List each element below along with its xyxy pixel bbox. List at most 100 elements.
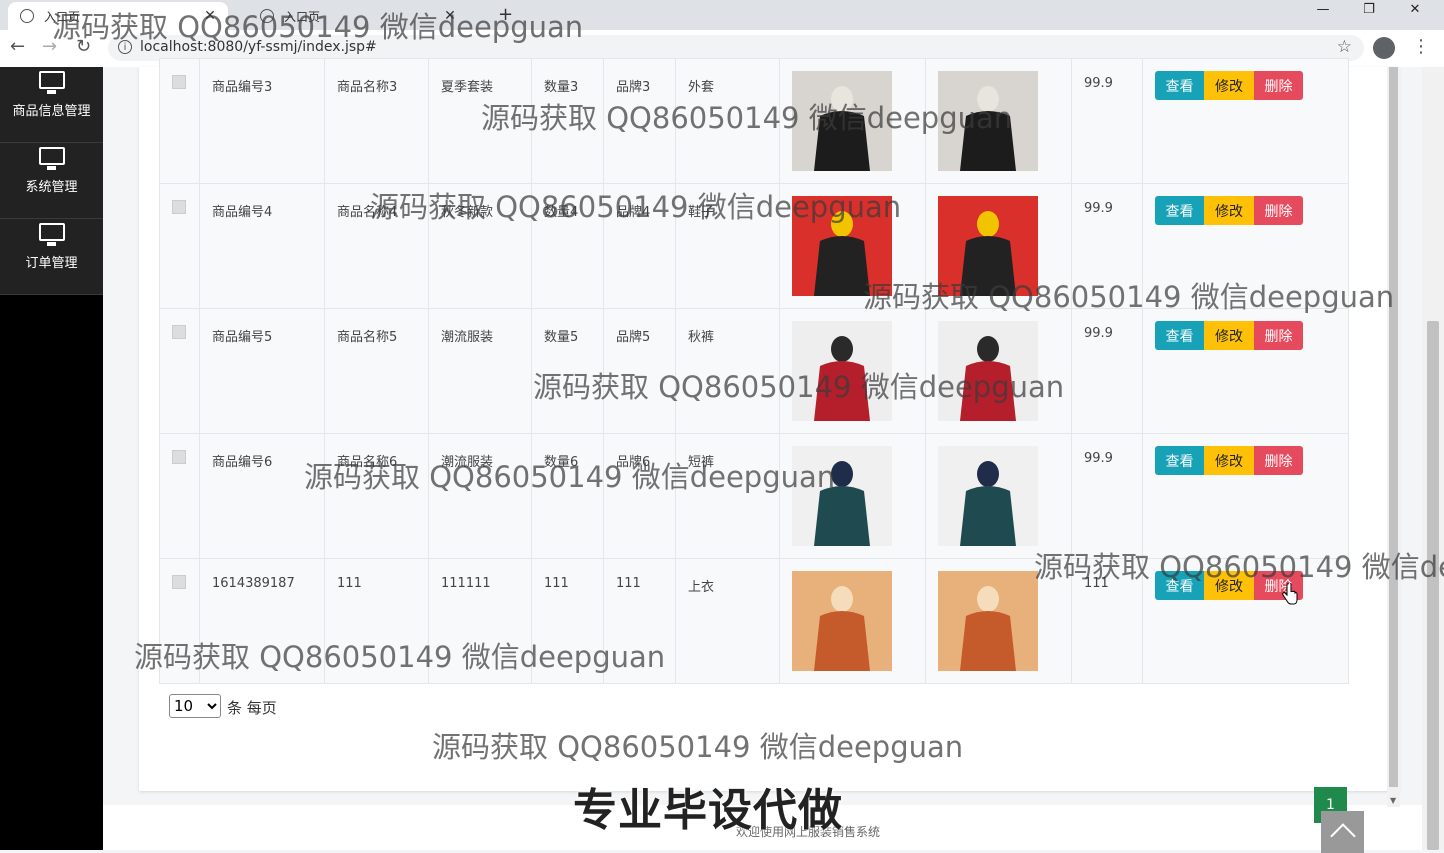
url-text: localhost:8080/yf-ssmj/index.jsp# <box>140 39 377 55</box>
cell-category: 秋冬新款 <box>441 205 494 220</box>
cell-code: 商品编号5 <box>212 330 273 345</box>
cell-type: 上衣 <box>688 580 715 595</box>
back-to-top-button[interactable] <box>1321 811 1364 853</box>
product-image <box>938 196 1038 296</box>
product-image <box>792 196 892 296</box>
scrollbar-thumb[interactable] <box>1427 321 1439 850</box>
cell-name: 商品名称4 <box>337 205 398 220</box>
close-window-button[interactable]: ✕ <box>1392 2 1438 24</box>
view-button[interactable]: 查看 <box>1155 321 1204 350</box>
product-image <box>792 571 892 671</box>
edit-button[interactable]: 修改 <box>1204 321 1254 350</box>
new-tab-icon[interactable]: + <box>498 4 513 25</box>
maximize-button[interactable]: ❐ <box>1346 2 1392 24</box>
cell-brand: 品牌6 <box>616 455 651 470</box>
table-card: 商品编号3 商品名称3 夏季套装 数量3 品牌3 外套 99.9 查看 修改 删除 商品编号4 商品名… <box>139 58 1399 791</box>
cell-code: 商品编号3 <box>212 80 273 95</box>
cell-type: 外套 <box>688 80 715 95</box>
product-image <box>792 321 892 421</box>
product-image <box>938 321 1038 421</box>
browser-tab-inactive[interactable]: 入口页 ✕ <box>248 2 468 30</box>
table-row: 商品编号4 商品名称4 秋冬新款 数量4 品牌4 鞋子 99.9 查看 修改 删除 <box>159 183 1349 309</box>
close-icon[interactable]: ✕ <box>202 8 218 24</box>
forward-arrow-icon[interactable]: → <box>42 36 57 57</box>
cell-type: 鞋子 <box>688 205 715 220</box>
table-row: 商品编号6 商品名称6 潮流服装 数量6 品牌6 短裤 99.9 查看 修改 删除 <box>159 433 1349 559</box>
page-size-select[interactable]: 10 <box>169 694 221 718</box>
delete-button[interactable]: 删除 <box>1254 446 1303 475</box>
tab-title: 入口页 <box>44 9 81 24</box>
product-image <box>938 571 1038 671</box>
cell-type: 秋裤 <box>688 330 715 345</box>
sidebar-item-system-management[interactable]: 系统管理 <box>0 143 103 219</box>
product-image <box>792 446 892 546</box>
cell-quantity: 数量6 <box>544 455 579 470</box>
back-arrow-icon[interactable]: ← <box>10 36 25 57</box>
cell-price: 99.9 <box>1084 451 1113 466</box>
globe-icon <box>260 9 274 23</box>
cell-brand: 品牌5 <box>616 330 651 345</box>
cell-category: 夏季套装 <box>441 80 494 95</box>
delete-button[interactable]: 删除 <box>1254 321 1303 350</box>
content-scrollbar[interactable]: ▼ <box>1387 67 1400 807</box>
monitor-icon <box>38 223 65 246</box>
product-image <box>938 446 1038 546</box>
globe-icon <box>20 9 34 23</box>
sidebar-item-label: 订单管理 <box>25 256 78 271</box>
reload-icon[interactable]: ↻ <box>76 36 91 57</box>
row-checkbox[interactable] <box>172 325 186 339</box>
table-row: 商品编号3 商品名称3 夏季套装 数量3 品牌3 外套 99.9 查看 修改 删除 <box>159 58 1349 184</box>
delete-button[interactable]: 删除 <box>1254 196 1303 225</box>
cell-category: 111111 <box>441 576 491 591</box>
sidebar-item-order-management[interactable]: 订单管理 <box>0 219 103 295</box>
row-checkbox[interactable] <box>172 200 186 214</box>
cell-brand: 111 <box>616 576 641 591</box>
scroll-down-arrow-icon[interactable]: ▼ <box>1390 796 1396 805</box>
monitor-icon <box>38 147 65 170</box>
edit-button[interactable]: 修改 <box>1204 196 1254 225</box>
star-icon[interactable]: ☆ <box>1337 37 1352 57</box>
cell-category: 潮流服装 <box>441 330 494 345</box>
close-icon[interactable]: ✕ <box>442 8 458 24</box>
monitor-icon <box>38 71 65 94</box>
view-button[interactable]: 查看 <box>1155 571 1204 600</box>
cell-name: 商品名称5 <box>337 330 398 345</box>
page-size-label: 条 每页 <box>227 699 277 717</box>
edit-button[interactable]: 修改 <box>1204 71 1254 100</box>
row-checkbox[interactable] <box>172 575 186 589</box>
sidebar-item-product-management[interactable]: 商品信息管理 <box>0 67 103 143</box>
scrollbar-thumb[interactable] <box>1389 67 1398 787</box>
cell-code: 商品编号4 <box>212 205 273 220</box>
view-button[interactable]: 查看 <box>1155 446 1204 475</box>
edit-button[interactable]: 修改 <box>1204 571 1254 600</box>
cell-category: 潮流服装 <box>441 455 494 470</box>
sidebar-item-label: 系统管理 <box>25 180 78 195</box>
product-table: 商品编号3 商品名称3 夏季套装 数量3 品牌3 外套 99.9 查看 修改 删除 商品编号4 商品名… <box>159 58 1349 684</box>
minimize-button[interactable]: — <box>1300 2 1346 24</box>
product-image <box>938 71 1038 171</box>
cell-code: 1614389187 <box>212 576 295 591</box>
tab-title: 入口页 <box>284 9 321 24</box>
cell-name: 商品名称6 <box>337 455 398 470</box>
main-content: 商品编号3 商品名称3 夏季套装 数量3 品牌3 外套 99.9 查看 修改 删除 商品编号4 商品名… <box>103 58 1422 853</box>
delete-button[interactable]: 删除 <box>1254 71 1303 100</box>
cell-name: 商品名称3 <box>337 80 398 95</box>
view-button[interactable]: 查看 <box>1155 196 1204 225</box>
info-icon[interactable]: i <box>118 40 132 54</box>
cell-type: 短裤 <box>688 455 715 470</box>
cell-name: 111 <box>337 576 362 591</box>
menu-kebab-icon[interactable]: ⋮ <box>1412 36 1430 57</box>
cell-brand: 品牌3 <box>616 80 651 95</box>
cell-quantity: 数量5 <box>544 330 579 345</box>
browser-tab-bar: 入口页 ✕ 入口页 ✕ + — ❐ ✕ <box>0 0 1444 30</box>
profile-avatar-icon[interactable] <box>1373 37 1395 59</box>
row-checkbox[interactable] <box>172 450 186 464</box>
hand-cursor-icon <box>1282 583 1298 605</box>
edit-button[interactable]: 修改 <box>1204 446 1254 475</box>
cell-quantity: 111 <box>544 576 569 591</box>
browser-tab-active[interactable]: 入口页 ✕ <box>8 2 228 30</box>
page-scrollbar[interactable] <box>1422 67 1444 850</box>
product-image <box>792 71 892 171</box>
row-checkbox[interactable] <box>172 75 186 89</box>
view-button[interactable]: 查看 <box>1155 71 1204 100</box>
